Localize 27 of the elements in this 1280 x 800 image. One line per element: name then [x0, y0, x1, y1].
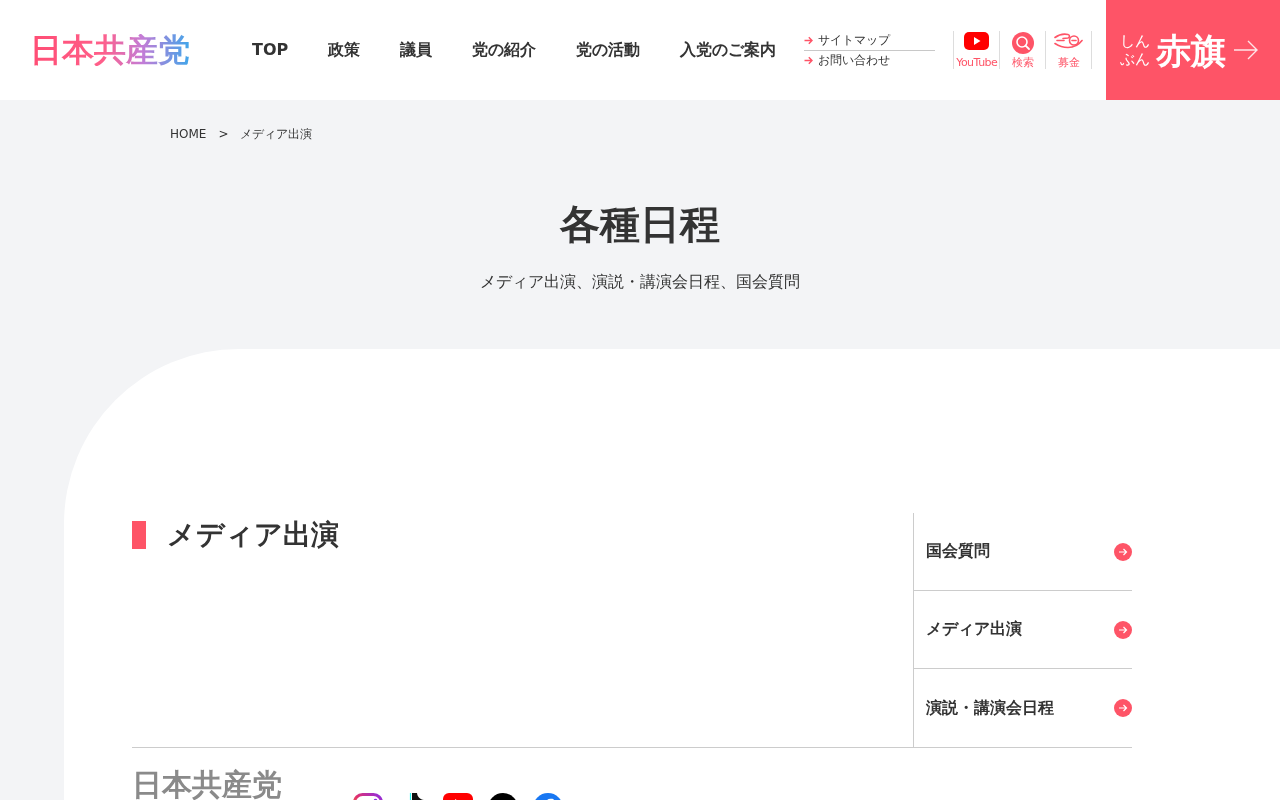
youtube-icon — [964, 32, 990, 50]
nav-link[interactable]: 党の活動 — [576, 39, 641, 61]
page-title: 各種日程 — [559, 200, 721, 249]
side-menu-link[interactable]: 演説・講演会日程 — [914, 669, 1132, 747]
heading-marker — [132, 521, 146, 549]
nav-link[interactable]: TOP — [252, 39, 289, 61]
section-heading: メディア出演 — [167, 520, 339, 550]
header-link[interactable]: サイトマップ — [804, 30, 936, 51]
nav-link[interactable]: 党の紹介 — [472, 39, 537, 61]
hand-coin-icon — [1054, 32, 1084, 50]
breadcrumb-separator: > — [218, 126, 229, 142]
nav-link[interactable]: 議員 — [400, 39, 433, 61]
breadcrumb-current: メディア出演 — [240, 126, 313, 142]
arrow-circle-icon — [1114, 699, 1132, 717]
nav-link[interactable]: 入党のご案内 — [680, 39, 777, 61]
side-menu-link[interactable]: メディア出演 — [914, 591, 1132, 669]
header-link[interactable]: お問い合わせ — [804, 50, 936, 70]
arrow-circle-icon — [1114, 542, 1132, 561]
search-icon — [1011, 32, 1034, 54]
arrow-circle-icon — [1114, 620, 1132, 639]
side-menu-link[interactable]: 国会質問 — [914, 513, 1132, 591]
arrow-icon — [1234, 40, 1258, 60]
breadcrumb-link[interactable]: HOME — [170, 126, 207, 142]
page-subtitle: メディア出演、演説・講演会日程、国会質問 — [479, 271, 801, 293]
arrow-icon — [804, 55, 814, 65]
arrow-icon — [804, 35, 814, 45]
nav-link[interactable]: 政策 — [328, 39, 361, 61]
